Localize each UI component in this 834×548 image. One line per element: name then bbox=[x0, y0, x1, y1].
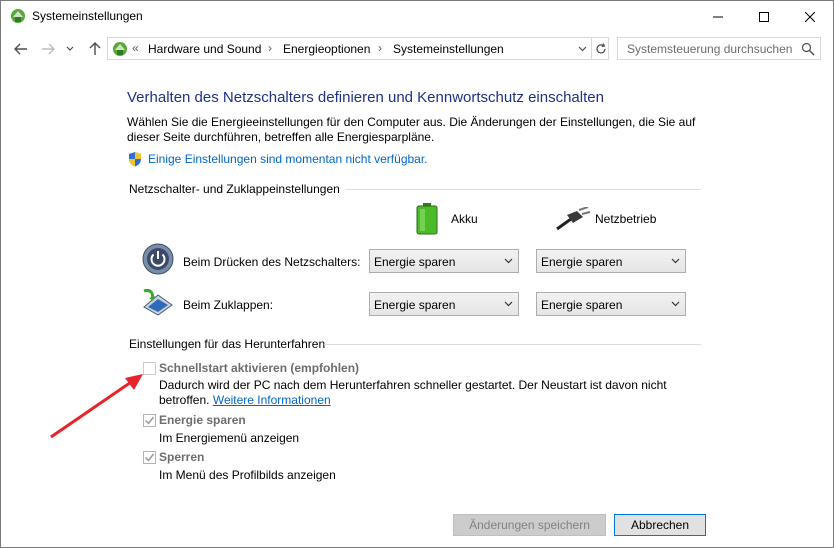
section-divider bbox=[324, 344, 701, 345]
section-divider bbox=[346, 189, 701, 190]
checkmark-icon bbox=[144, 453, 155, 462]
power-button-plugged-select[interactable]: Energie sparen bbox=[536, 249, 686, 273]
maximize-button[interactable] bbox=[741, 1, 787, 32]
breadcrumb-overflow[interactable]: « bbox=[132, 41, 139, 55]
recent-locations-chevron-icon[interactable] bbox=[64, 40, 76, 58]
lock-label: Sperren bbox=[159, 450, 205, 464]
breadcrumb-separator[interactable]: › bbox=[378, 41, 382, 55]
save-changes-button[interactable]: Änderungen speichern bbox=[453, 514, 606, 536]
select-value: Energie sparen bbox=[374, 255, 456, 269]
search-placeholder: Systemsteuerung durchsuchen bbox=[627, 42, 793, 56]
refresh-icon[interactable] bbox=[591, 38, 609, 59]
power-section-title: Netzschalter- und Zuklappeinstellungen bbox=[129, 182, 340, 196]
power-button-battery-select[interactable]: Energie sparen bbox=[369, 249, 519, 273]
battery-icon bbox=[416, 203, 438, 235]
lid-close-battery-select[interactable]: Energie sparen bbox=[369, 292, 519, 316]
window-title: Systemeinstellungen bbox=[32, 9, 143, 23]
select-value: Energie sparen bbox=[541, 298, 623, 312]
lock-description: Im Menü des Profilbilds anzeigen bbox=[159, 468, 336, 482]
minimize-button[interactable] bbox=[695, 1, 741, 32]
up-arrow-icon[interactable] bbox=[86, 40, 104, 58]
sleep-description: Im Energiemenü anzeigen bbox=[159, 431, 300, 445]
fast-startup-description: Dadurch wird der PC nach dem Herunterfah… bbox=[159, 378, 679, 408]
plugged-in-column-header: Netzbetrieb bbox=[595, 212, 657, 226]
address-dropdown-chevron-icon[interactable] bbox=[574, 38, 590, 59]
cancel-button[interactable]: Abbrechen bbox=[614, 514, 706, 536]
page-title: Verhalten des Netzschalters definieren u… bbox=[127, 89, 604, 106]
sleep-checkbox[interactable] bbox=[143, 414, 156, 427]
fast-startup-checkbox[interactable] bbox=[143, 362, 156, 375]
breadcrumb-hardware-sound[interactable]: Hardware und Sound bbox=[148, 42, 261, 56]
search-input[interactable]: Systemsteuerung durchsuchen bbox=[617, 37, 821, 60]
annotation-arrow-icon bbox=[50, 374, 143, 439]
address-bar[interactable]: « Hardware und Sound › Energieoptionen ›… bbox=[107, 37, 609, 60]
control-panel-icon bbox=[112, 41, 128, 57]
forward-arrow-icon[interactable] bbox=[39, 40, 57, 58]
breadcrumb-separator[interactable]: › bbox=[268, 41, 272, 55]
fast-startup-label: Schnellstart aktivieren (empfohlen) bbox=[159, 361, 360, 375]
select-value: Energie sparen bbox=[374, 298, 456, 312]
chevron-down-icon bbox=[504, 301, 513, 307]
uac-shield-icon bbox=[127, 151, 143, 167]
sleep-label: Energie sparen bbox=[159, 413, 246, 427]
search-icon[interactable] bbox=[801, 42, 815, 56]
chevron-down-icon bbox=[504, 258, 513, 264]
page-description: Wählen Sie die Energieeinstellungen für … bbox=[127, 115, 696, 144]
battery-column-header: Akku bbox=[451, 212, 478, 226]
admin-settings-link[interactable]: Einige Einstellungen sind momentan nicht… bbox=[148, 152, 428, 166]
lid-close-label: Beim Zuklappen: bbox=[183, 298, 274, 312]
select-value: Energie sparen bbox=[541, 255, 623, 269]
chevron-down-icon bbox=[671, 301, 680, 307]
checkmark-icon bbox=[144, 416, 155, 425]
power-options-icon bbox=[10, 8, 26, 24]
laptop-lid-icon bbox=[140, 287, 174, 317]
shutdown-section-title: Einstellungen für das Herunterfahren bbox=[129, 337, 326, 351]
power-button-icon bbox=[142, 243, 174, 275]
control-panel-window: Systemeinstellungen « Hardware und Sound… bbox=[0, 0, 834, 548]
lock-checkbox[interactable] bbox=[143, 451, 156, 464]
more-info-link[interactable]: Weitere Informationen bbox=[213, 393, 331, 407]
chevron-down-icon bbox=[671, 258, 680, 264]
breadcrumb-system-settings[interactable]: Systemeinstellungen bbox=[393, 42, 504, 56]
power-button-label: Beim Drücken des Netzschalters: bbox=[183, 255, 361, 269]
breadcrumb-power-options[interactable]: Energieoptionen bbox=[283, 42, 370, 56]
title-bar: Systemeinstellungen bbox=[1, 1, 833, 32]
close-button[interactable] bbox=[787, 1, 833, 32]
back-arrow-icon[interactable] bbox=[12, 40, 30, 58]
lid-close-plugged-select[interactable]: Energie sparen bbox=[536, 292, 686, 316]
power-plug-icon bbox=[555, 206, 591, 231]
